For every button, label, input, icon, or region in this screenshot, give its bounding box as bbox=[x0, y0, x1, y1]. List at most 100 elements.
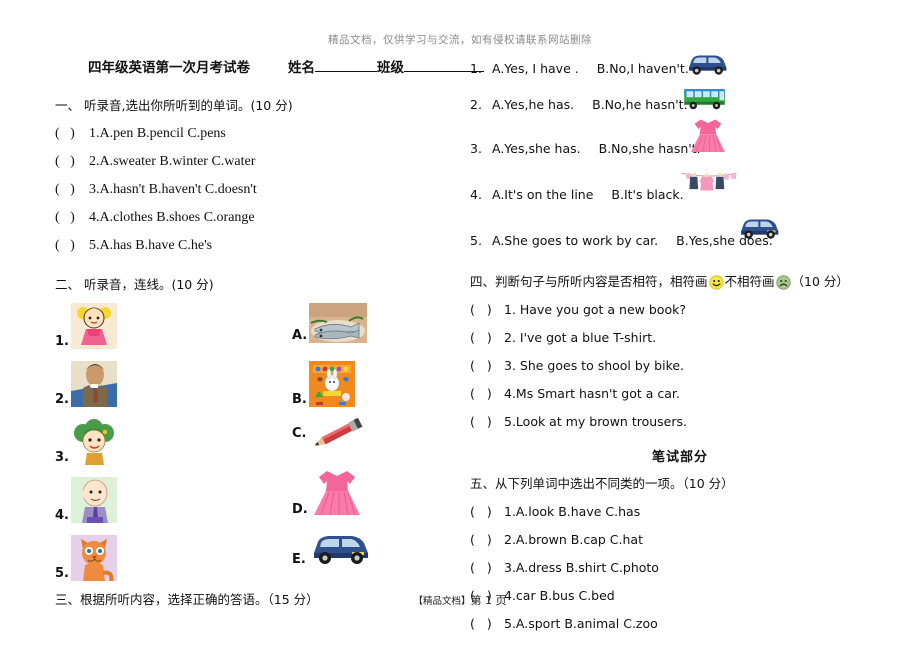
section4-heading-part2: 不相符画 bbox=[724, 274, 775, 289]
question-row: ( ) 2. I've got a blue T-shirt. bbox=[470, 324, 890, 352]
match-right-label-a: A. bbox=[292, 328, 308, 343]
answer-blank[interactable]: ( ) bbox=[55, 176, 89, 204]
option-b[interactable]: B.It's black. bbox=[611, 181, 683, 209]
answer-blank[interactable]: ( ) bbox=[470, 610, 504, 638]
right-column: 1. A.Yes, I have . B.No,I haven't. 2. A.Yes… bbox=[470, 55, 890, 638]
question-row: ( ) 1.A.look B.have C.has bbox=[470, 498, 890, 526]
answer-blank[interactable]: ( ) bbox=[55, 204, 89, 232]
answer-blank[interactable]: ( ) bbox=[470, 380, 504, 408]
option-b[interactable]: B.No,I haven't. bbox=[597, 55, 689, 83]
matching-exercise: 1. 2. 3. 4. 5. A. B. C. D. E. bbox=[55, 299, 455, 587]
section1-items: ( ) 1.A.pen B.pencil C.pens ( ) 2.A.sweate… bbox=[55, 120, 455, 260]
question-row: ( ) 2.A.brown B.cap C.hat bbox=[470, 526, 890, 554]
question-number: 4. bbox=[470, 187, 482, 202]
name-input-blank[interactable] bbox=[315, 59, 377, 72]
answer-blank[interactable]: ( ) bbox=[55, 148, 89, 176]
question-text: 2.A.brown B.cap C.hat bbox=[504, 532, 643, 547]
question-text: 2.A.sweater B.winter C.water bbox=[89, 154, 256, 169]
match-left-item-2[interactable]: 2. bbox=[55, 361, 117, 407]
question-text: 3.A.hasn't B.haven't C.doesn't bbox=[89, 182, 257, 197]
match-left-item-3[interactable]: 3. bbox=[55, 419, 117, 465]
page-footer: 【精品文档】第 1 页 bbox=[0, 592, 920, 608]
man-in-suit-image bbox=[70, 361, 117, 407]
match-left-item-5[interactable]: 5. bbox=[55, 535, 117, 581]
match-left-label-3: 3. bbox=[55, 450, 69, 465]
watermark-text: 精品文档，仅供学习与交流，如有侵权请联系网站删除 bbox=[328, 34, 592, 46]
question-row: ( ) 1. Have you got a new book? bbox=[470, 296, 890, 324]
option-a[interactable]: A.Yes,she has. bbox=[492, 135, 581, 163]
answer-blank[interactable]: ( ) bbox=[470, 498, 504, 526]
question-row: ( ) 2.A.sweater B.winter C.water bbox=[55, 148, 455, 176]
section5-heading: 五、从下列单词中选出不同类的一项。（10 分） bbox=[470, 476, 734, 491]
blue-car-image bbox=[689, 55, 727, 75]
answer-blank[interactable]: ( ) bbox=[55, 232, 89, 260]
answer-blank[interactable]: ( ) bbox=[470, 324, 504, 352]
question-text: 1.A.look B.have C.has bbox=[504, 504, 641, 519]
question-number: 3. bbox=[470, 141, 482, 156]
footer-page-number: 第 1 页 bbox=[470, 594, 507, 607]
question-row: ( ) 4.Ms Smart hasn't got a car. bbox=[470, 380, 890, 408]
answer-blank[interactable]: ( ) bbox=[470, 352, 504, 380]
option-a[interactable]: A.Yes,he has. bbox=[492, 91, 574, 119]
section2-heading: 二、 听录音，连线。(10 分) bbox=[55, 277, 214, 292]
question-text: 5.A.sport B.animal C.zoo bbox=[504, 616, 658, 631]
question-number: 1. bbox=[470, 61, 482, 76]
question-row: 4. A.It's on the line B.It's black. bbox=[470, 172, 890, 213]
question-row: ( ) 5.A.sport B.animal C.zoo bbox=[470, 610, 890, 638]
girl-pink-dress-image bbox=[70, 303, 117, 349]
answer-blank[interactable]: ( ) bbox=[470, 296, 504, 324]
question-text: 3. She goes to shool by bike. bbox=[504, 358, 685, 373]
match-right-item-b[interactable]: B. bbox=[292, 361, 355, 407]
option-b[interactable]: B.No,she hasn't. bbox=[599, 135, 701, 163]
option-b[interactable]: B.No,he hasn't. bbox=[592, 91, 687, 119]
match-right-item-a[interactable]: A. bbox=[292, 303, 368, 343]
match-right-item-c[interactable]: C. bbox=[292, 417, 366, 451]
question-row: 2. A.Yes,he has. B.No,he hasn't. bbox=[470, 89, 890, 123]
match-left-label-2: 2. bbox=[55, 392, 69, 407]
question-row: ( ) 3.A.dress B.shirt C.photo bbox=[470, 554, 890, 582]
pink-dress-image bbox=[313, 471, 360, 516]
match-left-item-4[interactable]: 4. bbox=[55, 477, 117, 523]
question-text: 1. Have you got a new book? bbox=[504, 302, 686, 317]
option-a[interactable]: A.It's on the line bbox=[492, 181, 593, 209]
green-bus-image bbox=[684, 89, 725, 110]
question-number: 2. bbox=[470, 97, 482, 112]
question-text: 5.Look at my brown trousers. bbox=[504, 414, 687, 429]
written-part-title: 笔试部分 bbox=[651, 450, 708, 465]
answer-blank[interactable]: ( ) bbox=[470, 554, 504, 582]
pink-dress-image bbox=[690, 119, 726, 153]
question-row: 5. A.She goes to work by car. B.Yes,she do… bbox=[470, 219, 890, 259]
section4-heading-part1: 四、判断句子与所听内容是否相符，相符画 bbox=[470, 274, 708, 289]
clothesline-image bbox=[681, 172, 737, 191]
bald-old-man-image bbox=[70, 477, 117, 523]
match-right-item-e[interactable]: E. bbox=[292, 527, 372, 567]
paper-header: 四年级英语第一次月考试卷 姓名 班级 bbox=[88, 56, 484, 76]
class-label: 班级 bbox=[377, 60, 404, 76]
answer-blank[interactable]: ( ) bbox=[470, 526, 504, 554]
question-number: 5. bbox=[470, 233, 482, 248]
exam-paper-page: 精品文档，仅供学习与交流，如有侵权请联系网站删除 四年级英语第一次月考试卷 姓名… bbox=[0, 0, 920, 650]
match-right-label-b: B. bbox=[292, 392, 307, 407]
question-row: 1. A.Yes, I have . B.No,I haven't. bbox=[470, 55, 890, 87]
option-a[interactable]: A.Yes, I have . bbox=[492, 55, 579, 83]
question-row: ( ) 5.Look at my brown trousers. bbox=[470, 408, 890, 436]
fish-plate-image bbox=[309, 303, 368, 343]
question-text: 1.A.pen B.pencil C.pens bbox=[89, 126, 226, 141]
section3-items: 1. A.Yes, I have . B.No,I haven't. 2. A.Yes… bbox=[470, 55, 890, 259]
answer-blank[interactable]: ( ) bbox=[470, 408, 504, 436]
match-left-label-5: 5. bbox=[55, 566, 69, 581]
match-left-label-1: 1. bbox=[55, 334, 69, 349]
match-right-label-c: C. bbox=[292, 426, 307, 441]
smiley-sad-icon bbox=[775, 275, 791, 290]
question-row: ( ) 3. She goes to shool by bike. bbox=[470, 352, 890, 380]
student-info-fields: 姓名 班级 bbox=[288, 56, 484, 76]
match-right-item-d[interactable]: D. bbox=[292, 467, 364, 517]
match-left-label-4: 4. bbox=[55, 508, 69, 523]
option-a[interactable]: A.She goes to work by car. bbox=[492, 227, 658, 255]
answer-blank[interactable]: ( ) bbox=[55, 120, 89, 148]
question-row: ( ) 1.A.pen B.pencil C.pens bbox=[55, 120, 455, 148]
smiley-happy-icon bbox=[708, 275, 724, 290]
question-text: 5.A.has B.have C.he's bbox=[89, 238, 213, 253]
section4-heading: 四、判断句子与所听内容是否相符，相符画 不相符画 （10 分） bbox=[470, 271, 890, 290]
match-left-item-1[interactable]: 1. bbox=[55, 303, 117, 349]
